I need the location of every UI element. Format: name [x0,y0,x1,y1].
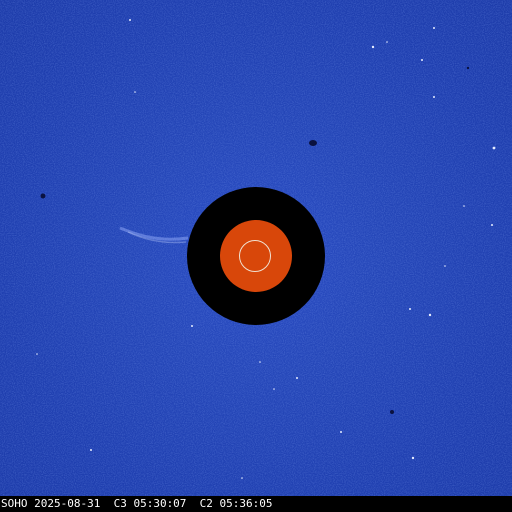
caption-bar: SOHO 2025-08-31 C3 05:30:07 C2 05:36:05 [0,496,512,512]
caption-text: SOHO 2025-08-31 C3 05:30:07 C2 05:36:05 [1,497,273,510]
sun-outline [239,240,271,272]
coronagraph-image: SOHO 2025-08-31 C3 05:30:07 C2 05:36:05 [0,0,512,512]
sky-background [0,0,512,496]
